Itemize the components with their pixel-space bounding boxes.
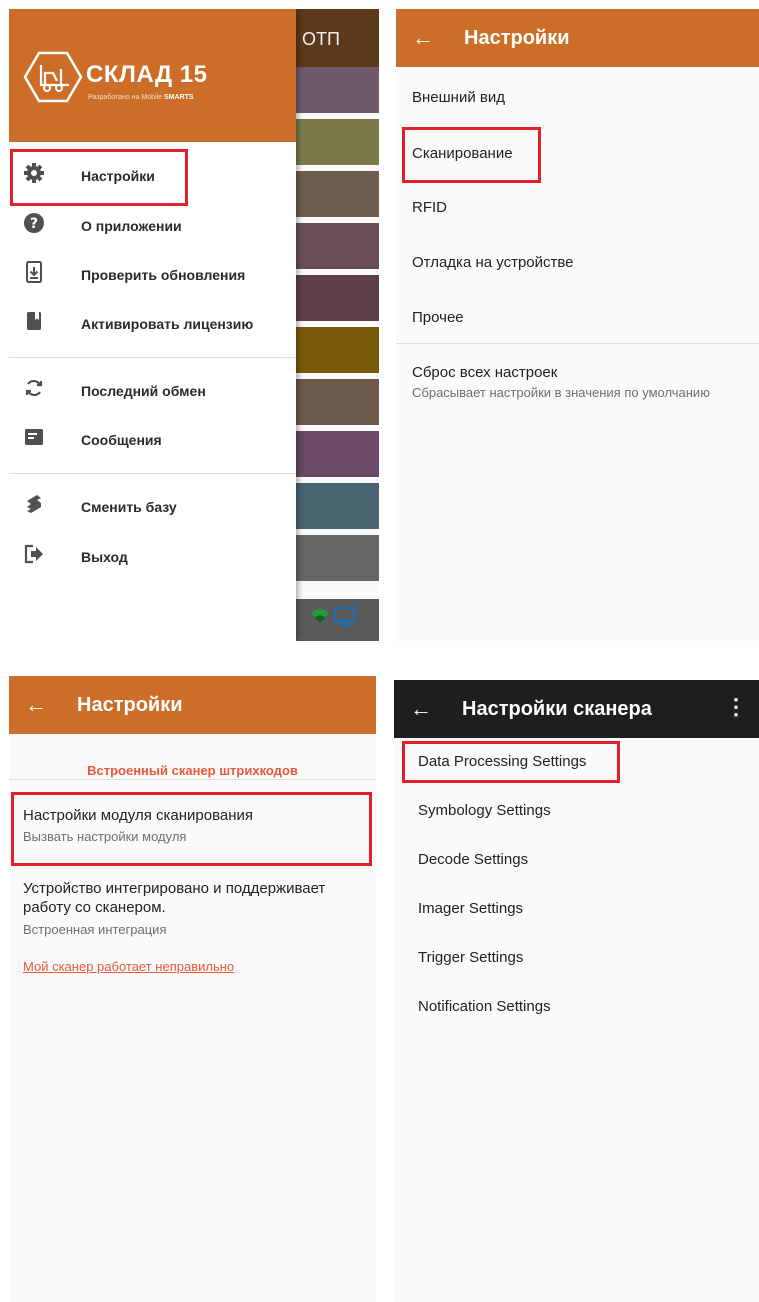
background-title: ОТП bbox=[302, 29, 340, 49]
scanner-module-screen: ← Настройки сканера ⋮ Data Processing Se… bbox=[394, 680, 759, 1302]
background-list-item bbox=[296, 431, 379, 477]
background-status-bar bbox=[296, 599, 379, 641]
drawer: СКЛАД 15 Разработано на Mobile SMARTS На… bbox=[9, 9, 296, 641]
settings-item-rfid[interactable]: RFID bbox=[412, 199, 447, 216]
integration-status-line2: работу со сканером. bbox=[23, 899, 166, 916]
settings-screen: ← Настройки Внешний вид Сканирование RFI… bbox=[396, 9, 759, 641]
more-vert-icon[interactable]: ⋮ bbox=[725, 694, 747, 720]
reset-description: Сбрасывает настройки в значения по умолч… bbox=[412, 385, 710, 400]
background-list-item bbox=[296, 275, 379, 321]
menu-item-check-updates[interactable]: Проверить обновления bbox=[9, 251, 296, 299]
message-icon bbox=[9, 426, 81, 454]
background-list-item bbox=[296, 171, 379, 217]
imager-settings[interactable]: Imager Settings bbox=[418, 900, 523, 917]
monitor-icon bbox=[333, 606, 357, 632]
back-arrow-icon[interactable]: ← bbox=[396, 25, 464, 51]
menu-item-label: Сообщения bbox=[81, 432, 162, 448]
background-appbar: ОТП bbox=[296, 9, 379, 67]
appbar: ← Настройки сканера ⋮ bbox=[394, 680, 759, 738]
sync-icon bbox=[9, 377, 81, 405]
highlight-box bbox=[10, 149, 188, 206]
menu-item-label: Проверить обновления bbox=[81, 267, 246, 283]
appbar: ← Настройки bbox=[396, 9, 759, 67]
logo-title: СКЛАД 15 bbox=[86, 61, 208, 88]
menu-item-label: Выход bbox=[81, 549, 128, 565]
exit-icon bbox=[9, 543, 81, 571]
scanner-settings-screen: ← Настройки Встроенный сканер штрихкодов… bbox=[9, 676, 376, 1302]
integration-description: Встроенная интеграция bbox=[23, 922, 167, 937]
background-list-item bbox=[296, 535, 379, 581]
menu-item-label: Сменить базу bbox=[81, 499, 177, 515]
page-title: Настройки bbox=[77, 693, 183, 716]
back-arrow-icon[interactable]: ← bbox=[9, 692, 77, 718]
menu-item-about[interactable]: ? О приложении bbox=[9, 202, 296, 250]
menu-item-label: Активировать лицензию bbox=[81, 316, 254, 332]
appbar: ← Настройки bbox=[9, 676, 376, 734]
forklift-logo-icon bbox=[23, 51, 83, 103]
settings-item-other[interactable]: Прочее bbox=[412, 309, 464, 326]
menu-divider bbox=[9, 357, 296, 358]
background-list-item bbox=[296, 483, 379, 529]
drawer-header: СКЛАД 15 Разработано на Mobile SMARTS bbox=[9, 9, 296, 142]
menu-divider bbox=[9, 473, 296, 474]
page-title: Настройки bbox=[464, 26, 570, 49]
menu-item-exit[interactable]: Выход bbox=[9, 533, 296, 581]
section-divider bbox=[9, 779, 376, 780]
book-icon bbox=[9, 310, 81, 338]
switch-base-icon bbox=[9, 493, 81, 521]
svg-text:?: ? bbox=[30, 216, 38, 232]
help-icon: ? bbox=[9, 212, 81, 240]
background-list-item bbox=[296, 223, 379, 269]
menu-item-switch-base[interactable]: Сменить базу bbox=[9, 483, 296, 531]
settings-item-debug[interactable]: Отладка на устройстве bbox=[412, 254, 574, 271]
symbology-settings[interactable]: Symbology Settings bbox=[418, 802, 551, 819]
background-list-item bbox=[296, 119, 379, 165]
menu-item-activate-license[interactable]: Активировать лицензию bbox=[9, 300, 296, 348]
settings-item-appearance[interactable]: Внешний вид bbox=[412, 89, 505, 106]
logo-subtitle: Разработано на Mobile SMARTS bbox=[88, 94, 194, 101]
navigation-drawer-screen: ОТП СКЛАД 15 Разработано на Mobile SMART… bbox=[9, 9, 379, 641]
highlight-box bbox=[402, 741, 620, 783]
notification-settings[interactable]: Notification Settings bbox=[418, 998, 551, 1015]
wifi-icon bbox=[310, 607, 330, 632]
settings-divider bbox=[396, 343, 759, 344]
scanner-problem-link[interactable]: Мой сканер работает неправильно bbox=[23, 959, 234, 974]
section-header: Встроенный сканер штрихкодов bbox=[87, 763, 298, 778]
menu-item-label: Последний обмен bbox=[81, 383, 206, 399]
settings-item-reset[interactable]: Сброс всех настроек bbox=[412, 364, 557, 381]
trigger-settings[interactable]: Trigger Settings bbox=[418, 949, 523, 966]
integration-status-line1: Устройство интегрировано и поддерживает bbox=[23, 880, 326, 897]
back-arrow-icon[interactable]: ← bbox=[394, 696, 462, 722]
highlight-box bbox=[11, 792, 372, 866]
menu-item-label: О приложении bbox=[81, 218, 182, 234]
page-title: Настройки сканера bbox=[462, 697, 652, 720]
menu-item-last-exchange[interactable]: Последний обмен bbox=[9, 367, 296, 415]
background-list-item bbox=[296, 67, 379, 113]
download-icon bbox=[9, 261, 81, 289]
background-list-item bbox=[296, 327, 379, 373]
highlight-box bbox=[402, 127, 541, 183]
menu-item-messages[interactable]: Сообщения bbox=[9, 416, 296, 464]
decode-settings[interactable]: Decode Settings bbox=[418, 851, 528, 868]
background-list-item bbox=[296, 379, 379, 425]
